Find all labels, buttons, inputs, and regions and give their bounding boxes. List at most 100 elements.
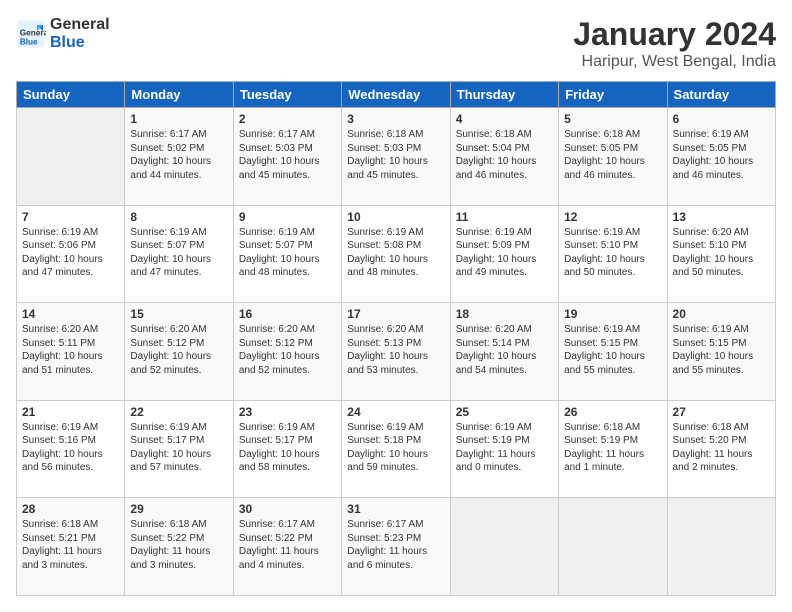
day-cell-0-1: 1 Sunrise: 6:17 AMSunset: 5:02 PMDayligh… [125, 108, 233, 206]
header-tuesday: Tuesday [233, 82, 341, 108]
calendar-page: General Blue General Blue January 2024 H… [0, 0, 792, 612]
day-cell-1-4: 11 Sunrise: 6:19 AMSunset: 5:09 PMDaylig… [450, 205, 558, 303]
week-row-1: 1 Sunrise: 6:17 AMSunset: 5:02 PMDayligh… [17, 108, 776, 206]
day-number: 24 [347, 405, 444, 419]
day-cell-1-6: 13 Sunrise: 6:20 AMSunset: 5:10 PMDaylig… [667, 205, 775, 303]
day-number: 21 [22, 405, 119, 419]
day-cell-2-5: 19 Sunrise: 6:19 AMSunset: 5:15 PMDaylig… [559, 303, 667, 401]
day-info: Sunrise: 6:19 AMSunset: 5:17 PMDaylight:… [130, 422, 211, 474]
day-number: 25 [456, 405, 553, 419]
day-number: 28 [22, 502, 119, 516]
day-info: Sunrise: 6:17 AMSunset: 5:23 PMDaylight:… [347, 519, 427, 571]
day-number: 15 [130, 307, 227, 321]
day-cell-4-1: 29 Sunrise: 6:18 AMSunset: 5:22 PMDaylig… [125, 498, 233, 596]
day-cell-3-6: 27 Sunrise: 6:18 AMSunset: 5:20 PMDaylig… [667, 400, 775, 498]
day-cell-4-3: 31 Sunrise: 6:17 AMSunset: 5:23 PMDaylig… [342, 498, 450, 596]
day-number: 1 [130, 112, 227, 126]
day-info: Sunrise: 6:19 AMSunset: 5:19 PMDaylight:… [456, 422, 536, 474]
day-number: 3 [347, 112, 444, 126]
day-info: Sunrise: 6:19 AMSunset: 5:07 PMDaylight:… [130, 227, 211, 279]
day-cell-1-1: 8 Sunrise: 6:19 AMSunset: 5:07 PMDayligh… [125, 205, 233, 303]
day-info: Sunrise: 6:18 AMSunset: 5:05 PMDaylight:… [564, 129, 645, 181]
day-cell-2-6: 20 Sunrise: 6:19 AMSunset: 5:15 PMDaylig… [667, 303, 775, 401]
day-number: 2 [239, 112, 336, 126]
day-cell-0-6: 6 Sunrise: 6:19 AMSunset: 5:05 PMDayligh… [667, 108, 775, 206]
day-number: 14 [22, 307, 119, 321]
svg-text:Blue: Blue [20, 37, 38, 46]
day-info: Sunrise: 6:19 AMSunset: 5:08 PMDaylight:… [347, 227, 428, 279]
day-cell-3-5: 26 Sunrise: 6:18 AMSunset: 5:19 PMDaylig… [559, 400, 667, 498]
day-number: 18 [456, 307, 553, 321]
logo-icon: General Blue [16, 19, 46, 49]
day-number: 30 [239, 502, 336, 516]
day-info: Sunrise: 6:17 AMSunset: 5:02 PMDaylight:… [130, 129, 211, 181]
day-info: Sunrise: 6:20 AMSunset: 5:10 PMDaylight:… [673, 227, 754, 279]
day-cell-2-2: 16 Sunrise: 6:20 AMSunset: 5:12 PMDaylig… [233, 303, 341, 401]
day-number: 27 [673, 405, 770, 419]
header-monday: Monday [125, 82, 233, 108]
day-cell-3-1: 22 Sunrise: 6:19 AMSunset: 5:17 PMDaylig… [125, 400, 233, 498]
day-number: 17 [347, 307, 444, 321]
calendar-title: January 2024 [573, 16, 776, 53]
day-info: Sunrise: 6:20 AMSunset: 5:12 PMDaylight:… [130, 324, 211, 376]
day-info: Sunrise: 6:19 AMSunset: 5:15 PMDaylight:… [673, 324, 754, 376]
day-number: 16 [239, 307, 336, 321]
week-row-5: 28 Sunrise: 6:18 AMSunset: 5:21 PMDaylig… [17, 498, 776, 596]
day-cell-3-4: 25 Sunrise: 6:19 AMSunset: 5:19 PMDaylig… [450, 400, 558, 498]
day-cell-1-2: 9 Sunrise: 6:19 AMSunset: 5:07 PMDayligh… [233, 205, 341, 303]
day-info: Sunrise: 6:19 AMSunset: 5:16 PMDaylight:… [22, 422, 103, 474]
day-cell-1-5: 12 Sunrise: 6:19 AMSunset: 5:10 PMDaylig… [559, 205, 667, 303]
day-cell-4-0: 28 Sunrise: 6:18 AMSunset: 5:21 PMDaylig… [17, 498, 125, 596]
title-block: January 2024 Haripur, West Bengal, India [573, 16, 776, 71]
day-number: 8 [130, 210, 227, 224]
day-info: Sunrise: 6:18 AMSunset: 5:04 PMDaylight:… [456, 129, 537, 181]
day-number: 19 [564, 307, 661, 321]
day-number: 5 [564, 112, 661, 126]
day-cell-4-4 [450, 498, 558, 596]
day-number: 20 [673, 307, 770, 321]
day-info: Sunrise: 6:19 AMSunset: 5:09 PMDaylight:… [456, 227, 537, 279]
day-number: 10 [347, 210, 444, 224]
day-info: Sunrise: 6:20 AMSunset: 5:12 PMDaylight:… [239, 324, 320, 376]
header-wednesday: Wednesday [342, 82, 450, 108]
day-cell-3-3: 24 Sunrise: 6:19 AMSunset: 5:18 PMDaylig… [342, 400, 450, 498]
header-saturday: Saturday [667, 82, 775, 108]
header: General Blue General Blue January 2024 H… [16, 16, 776, 71]
day-number: 29 [130, 502, 227, 516]
day-cell-4-2: 30 Sunrise: 6:17 AMSunset: 5:22 PMDaylig… [233, 498, 341, 596]
day-number: 31 [347, 502, 444, 516]
day-cell-1-0: 7 Sunrise: 6:19 AMSunset: 5:06 PMDayligh… [17, 205, 125, 303]
day-cell-0-3: 3 Sunrise: 6:18 AMSunset: 5:03 PMDayligh… [342, 108, 450, 206]
logo: General Blue General Blue [16, 16, 110, 51]
day-info: Sunrise: 6:19 AMSunset: 5:18 PMDaylight:… [347, 422, 428, 474]
day-info: Sunrise: 6:17 AMSunset: 5:03 PMDaylight:… [239, 129, 320, 181]
day-cell-3-2: 23 Sunrise: 6:19 AMSunset: 5:17 PMDaylig… [233, 400, 341, 498]
day-number: 9 [239, 210, 336, 224]
day-number: 11 [456, 210, 553, 224]
day-number: 26 [564, 405, 661, 419]
logo-general-text: General [50, 16, 110, 34]
day-cell-4-6 [667, 498, 775, 596]
week-row-2: 7 Sunrise: 6:19 AMSunset: 5:06 PMDayligh… [17, 205, 776, 303]
day-cell-0-5: 5 Sunrise: 6:18 AMSunset: 5:05 PMDayligh… [559, 108, 667, 206]
day-info: Sunrise: 6:20 AMSunset: 5:11 PMDaylight:… [22, 324, 103, 376]
week-row-4: 21 Sunrise: 6:19 AMSunset: 5:16 PMDaylig… [17, 400, 776, 498]
day-info: Sunrise: 6:19 AMSunset: 5:15 PMDaylight:… [564, 324, 645, 376]
day-cell-2-0: 14 Sunrise: 6:20 AMSunset: 5:11 PMDaylig… [17, 303, 125, 401]
header-thursday: Thursday [450, 82, 558, 108]
day-info: Sunrise: 6:17 AMSunset: 5:22 PMDaylight:… [239, 519, 319, 571]
day-number: 23 [239, 405, 336, 419]
day-info: Sunrise: 6:18 AMSunset: 5:22 PMDaylight:… [130, 519, 210, 571]
day-info: Sunrise: 6:19 AMSunset: 5:10 PMDaylight:… [564, 227, 645, 279]
day-info: Sunrise: 6:20 AMSunset: 5:13 PMDaylight:… [347, 324, 428, 376]
day-cell-2-4: 18 Sunrise: 6:20 AMSunset: 5:14 PMDaylig… [450, 303, 558, 401]
header-friday: Friday [559, 82, 667, 108]
day-info: Sunrise: 6:18 AMSunset: 5:21 PMDaylight:… [22, 519, 102, 571]
day-cell-0-0 [17, 108, 125, 206]
day-number: 13 [673, 210, 770, 224]
day-cell-0-2: 2 Sunrise: 6:17 AMSunset: 5:03 PMDayligh… [233, 108, 341, 206]
day-info: Sunrise: 6:18 AMSunset: 5:19 PMDaylight:… [564, 422, 644, 474]
calendar-header-row: Sunday Monday Tuesday Wednesday Thursday… [17, 82, 776, 108]
day-cell-4-5 [559, 498, 667, 596]
day-info: Sunrise: 6:19 AMSunset: 5:07 PMDaylight:… [239, 227, 320, 279]
